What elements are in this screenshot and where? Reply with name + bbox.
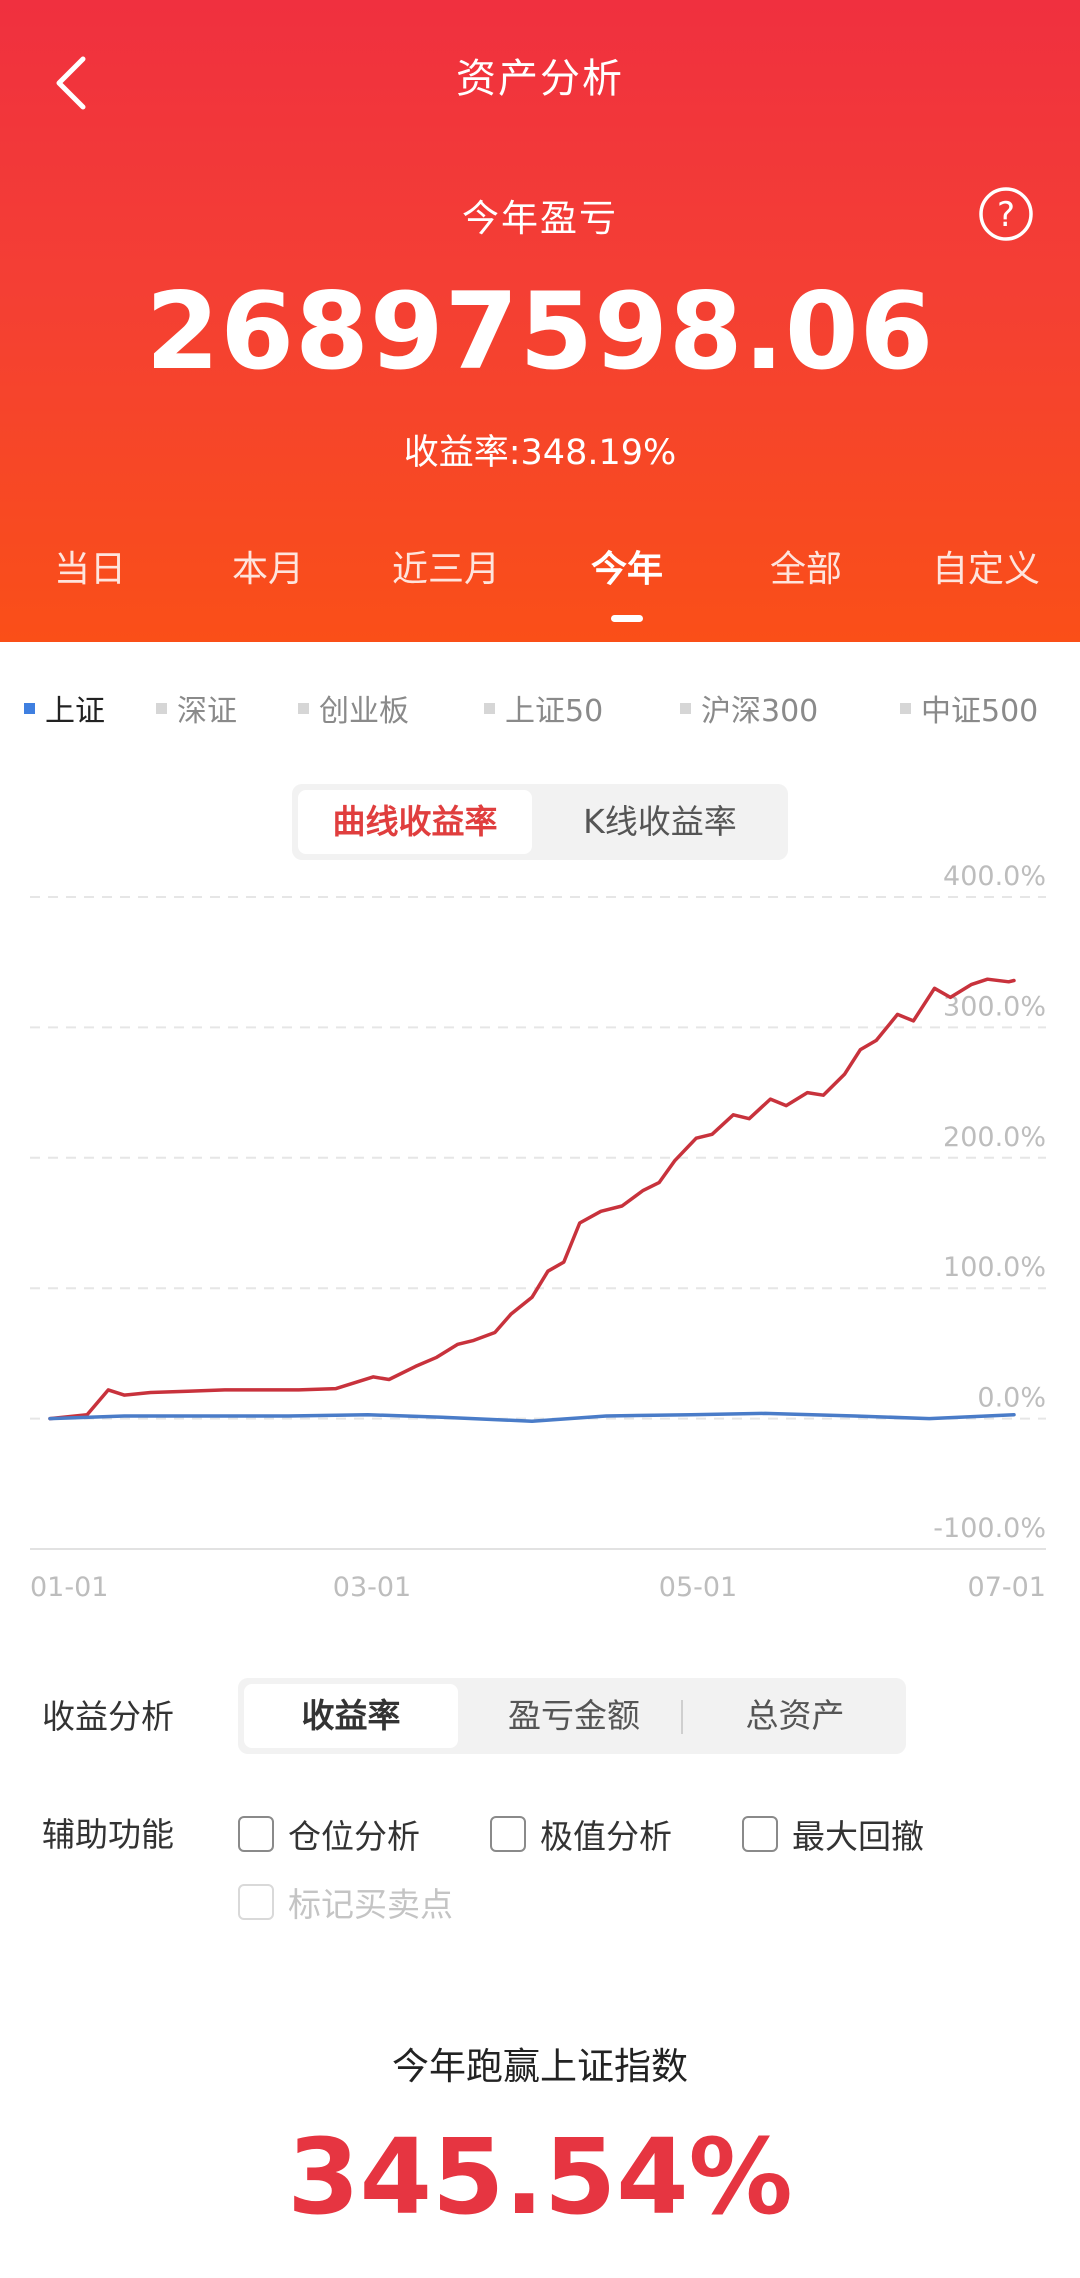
checkbox-label: 极值分析 — [540, 1817, 672, 1856]
profit-analysis-label: 收益分析 — [42, 1697, 174, 1736]
tab-this-year[interactable]: 今年 — [537, 540, 717, 592]
chart-mode-toggle: 曲线收益率 K线收益率 — [292, 784, 788, 860]
tab-all[interactable]: 全部 — [716, 540, 896, 592]
header: 资产分析 今年盈亏 ? 26897598.06 收益率:348.19% 当日 本… — [0, 0, 1080, 642]
max-drawdown-checkbox[interactable]: 最大回撤 — [742, 1810, 924, 1858]
active-tab-indicator — [611, 615, 643, 622]
x-tick-label: 05-01 — [659, 1572, 737, 1603]
legend-square-icon — [156, 702, 167, 714]
period-label: 今年盈亏 — [462, 197, 618, 240]
checkbox-icon — [238, 1884, 274, 1920]
checkbox-label: 最大回撤 — [792, 1817, 924, 1856]
index-label: 中证500 — [921, 694, 1039, 729]
beat-index-label: 今年跑赢上证指数 — [392, 2045, 688, 2088]
x-tick-label: 03-01 — [333, 1572, 411, 1603]
tab-custom[interactable]: 自定义 — [896, 540, 1076, 592]
yield-line: 收益率:348.19% — [0, 424, 1080, 475]
yield-label: 收益率: — [403, 433, 521, 473]
index-csi500[interactable]: 中证500 — [900, 686, 1038, 730]
mark-trades-checkbox: 标记买卖点 — [238, 1878, 453, 1926]
checkbox-label: 仓位分析 — [288, 1817, 420, 1856]
help-button[interactable]: ? — [978, 186, 1034, 242]
position-analysis-checkbox[interactable]: 仓位分析 — [238, 1810, 420, 1858]
index-selector: 上证 深证 创业板 上证50 沪深300 中证500 — [0, 686, 1080, 736]
legend-square-icon — [900, 702, 911, 714]
index-chinext[interactable]: 创业板 — [298, 686, 409, 730]
yield-value: 348.19% — [520, 433, 677, 473]
tab-today[interactable]: 当日 — [0, 540, 180, 592]
yield-rate-option[interactable]: 收益率 — [244, 1684, 458, 1748]
legend-square-icon — [680, 702, 691, 714]
index-label: 上证 — [45, 694, 105, 729]
profit-value: 26897598.06 — [145, 270, 935, 393]
checkbox-icon — [742, 1816, 778, 1852]
y-tick-label: 400.0% — [943, 861, 1046, 892]
legend-square-icon — [24, 702, 35, 714]
profit-amount-option[interactable]: 盈亏金额 — [474, 1684, 674, 1748]
yield-chart: 400.0% 300.0% 200.0% 100.0% 0.0% -100.0% 01-01… — [30, 861, 1046, 1603]
y-tick-label: -100.0% — [933, 1513, 1046, 1544]
index-shanghai[interactable]: 上证 — [24, 686, 105, 730]
checkbox-icon — [238, 1816, 274, 1852]
x-tick-label: 07-01 — [968, 1572, 1046, 1603]
segment-divider — [681, 1700, 683, 1734]
total-assets-option[interactable]: 总资产 — [690, 1684, 900, 1748]
beat-index-value: 345.54% — [287, 2116, 793, 2238]
y-tick-label: 200.0% — [943, 1122, 1046, 1153]
legend-square-icon — [298, 702, 309, 714]
tab-this-month[interactable]: 本月 — [178, 540, 358, 592]
checkbox-icon — [490, 1816, 526, 1852]
page-title: 资产分析 — [456, 56, 624, 102]
index-label: 创业板 — [319, 694, 409, 729]
tab-last-three-months[interactable]: 近三月 — [356, 540, 536, 592]
index-shenzhen[interactable]: 深证 — [156, 686, 237, 730]
y-tick-label: 0.0% — [977, 1383, 1046, 1414]
shanghai-index-line — [48, 1411, 1016, 1423]
y-tick-label: 300.0% — [943, 991, 1046, 1022]
question-circle-icon: ? — [979, 187, 1033, 241]
period-tabs: 当日 本月 近三月 今年 全部 自定义 — [0, 540, 1080, 610]
x-tick-label: 01-01 — [30, 1572, 108, 1603]
svg-text:?: ? — [997, 195, 1015, 235]
curve-yield-option[interactable]: 曲线收益率 — [298, 790, 532, 854]
index-label: 上证50 — [505, 694, 604, 729]
y-tick-label: 100.0% — [943, 1252, 1046, 1283]
index-csi300[interactable]: 沪深300 — [680, 686, 818, 730]
index-label: 深证 — [177, 694, 237, 729]
kline-yield-option[interactable]: K线收益率 — [538, 790, 782, 854]
index-sse50[interactable]: 上证50 — [484, 686, 603, 730]
checkbox-label: 标记买卖点 — [288, 1885, 453, 1924]
index-label: 沪深300 — [701, 694, 819, 729]
profit-analysis-toggle: 收益率 盈亏金额 总资产 — [238, 1678, 906, 1754]
extreme-analysis-checkbox[interactable]: 极值分析 — [490, 1810, 672, 1858]
legend-square-icon — [484, 702, 495, 714]
aux-functions-label: 辅助功能 — [42, 1815, 174, 1854]
portfolio-yield-line — [48, 977, 1016, 1421]
